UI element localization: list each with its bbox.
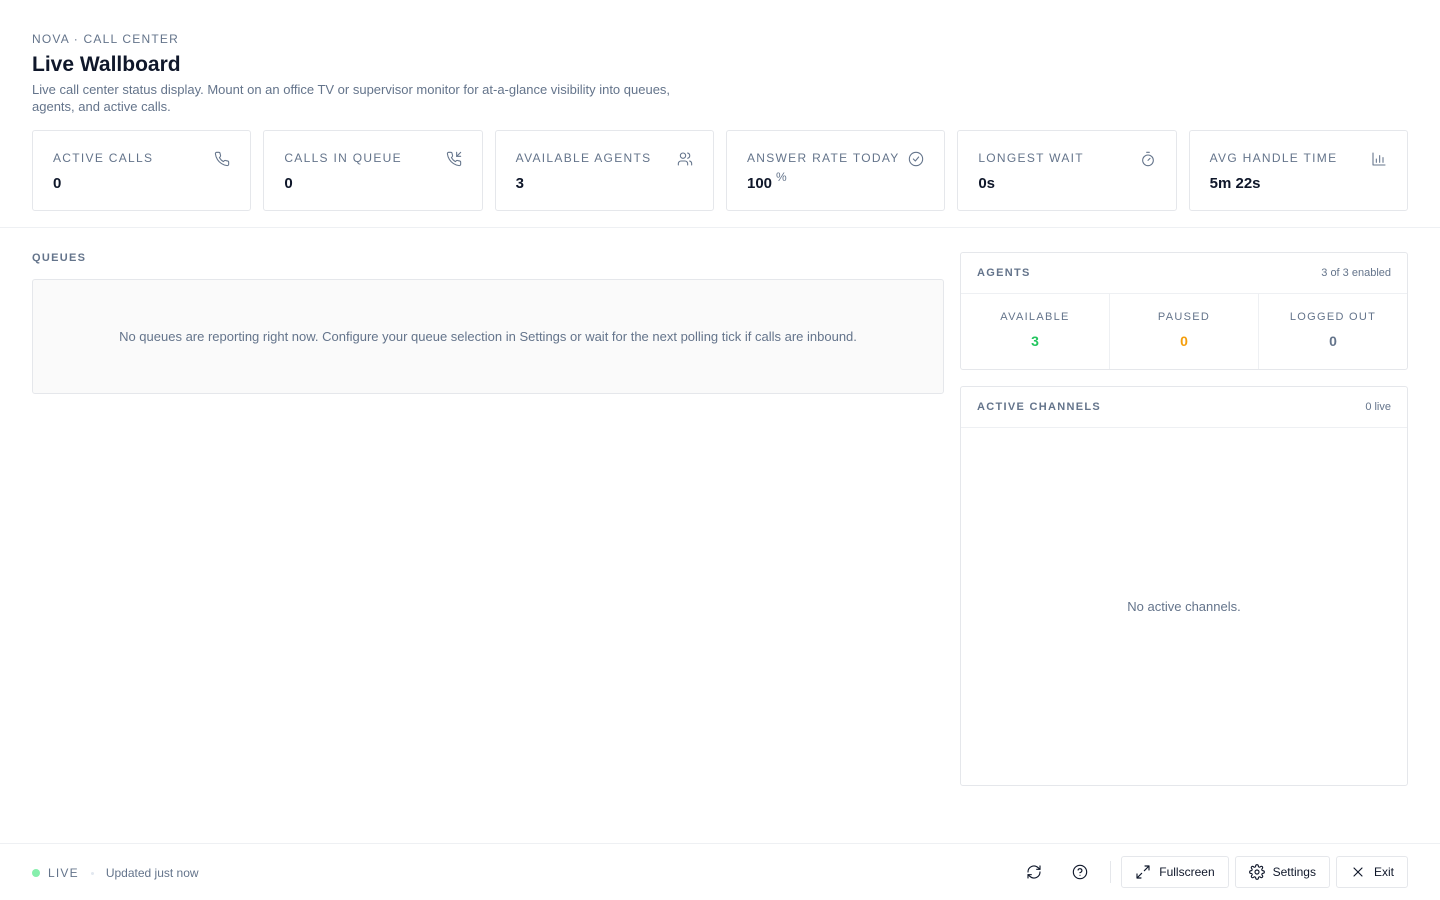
gear-icon xyxy=(1248,864,1265,880)
queues-heading: QUEUES xyxy=(32,252,87,264)
expand-icon xyxy=(1136,865,1150,879)
exit-button[interactable]: Exit xyxy=(1335,856,1408,888)
stat-label: AVAILABLE AGENTS xyxy=(515,151,652,165)
channels-live-count: 0 live xyxy=(1365,401,1391,413)
stat-card-available-agents: AVAILABLE AGENTS 3 xyxy=(494,130,714,211)
fullscreen-button[interactable]: Fullscreen xyxy=(1121,856,1229,888)
agent-status-label: PAUSED xyxy=(1157,311,1211,323)
stat-value: 0 xyxy=(284,175,293,192)
stat-value: 5m 22s xyxy=(1209,175,1261,192)
agent-status-paused: PAUSED 0 xyxy=(1110,294,1259,369)
agent-status-logged-out: LOGGED OUT 0 xyxy=(1259,294,1407,369)
stat-card-active-calls: ACTIVE CALLS 0 xyxy=(32,130,252,211)
live-label: LIVE xyxy=(48,866,79,880)
queues-empty-state: No queues are reporting right now. Confi… xyxy=(32,279,944,394)
agent-status-value: 0 xyxy=(1329,333,1337,349)
agent-status-available: AVAILABLE 3 xyxy=(961,294,1110,369)
live-dot xyxy=(32,869,40,877)
help-button[interactable] xyxy=(1060,856,1100,888)
agents-enabled-count: 3 of 3 enabled xyxy=(1321,267,1391,279)
help-icon xyxy=(1073,864,1088,880)
refresh-button[interactable] xyxy=(1014,856,1054,888)
stat-card-longest-wait: LONGEST WAIT 0s xyxy=(957,130,1177,211)
stat-value: 3 xyxy=(515,175,524,192)
stat-value: 100% xyxy=(746,170,924,193)
breadcrumb: NOVA · CALL CENTER xyxy=(32,32,179,46)
stat-label: LONGEST WAIT xyxy=(978,151,1084,165)
active-channels-panel: ACTIVE CHANNELS 0 live No active channel… xyxy=(960,386,1408,786)
last-updated: Updated just now xyxy=(105,866,199,880)
page-title: Live Wallboard xyxy=(32,53,181,76)
check-circle-icon xyxy=(908,151,924,167)
timer-icon xyxy=(1140,151,1156,167)
channels-heading: ACTIVE CHANNELS xyxy=(977,401,1102,413)
stats-row: ACTIVE CALLS 0 CALLS IN QUEUE 0 AVAILABL… xyxy=(32,130,1408,211)
agent-status-value: 3 xyxy=(1031,333,1039,349)
live-indicator: LIVE Updated just now xyxy=(32,866,199,880)
header-divider xyxy=(0,227,1440,228)
settings-button[interactable]: Settings xyxy=(1234,856,1330,888)
stat-label: ACTIVE CALLS xyxy=(53,151,154,165)
channels-empty-state: No active channels. xyxy=(1127,599,1241,614)
agent-status-label: AVAILABLE xyxy=(1000,311,1070,323)
stat-value: 0s xyxy=(978,175,995,192)
stat-card-avg-handle-time: AVG HANDLE TIME 5m 22s xyxy=(1188,130,1408,211)
stat-value: 0 xyxy=(53,175,62,192)
page-header: NOVA · CALL CENTER Live Wallboard Live c… xyxy=(32,32,1408,115)
channels-panel-header: ACTIVE CHANNELS 0 live xyxy=(961,387,1407,428)
separator-dot xyxy=(90,871,94,875)
phone-icon xyxy=(214,151,230,167)
agents-panel: AGENTS 3 of 3 enabled AVAILABLE 3 PAUSED… xyxy=(960,252,1408,370)
status-footer: LIVE Updated just now Fullscreen Setting… xyxy=(0,843,1440,900)
agent-status-columns: AVAILABLE 3 PAUSED 0 LOGGED OUT 0 xyxy=(961,294,1407,369)
page-subtitle: Live call center status display. Mount o… xyxy=(32,82,671,114)
agent-status-label: LOGGED OUT xyxy=(1289,311,1377,323)
stat-label: AVG HANDLE TIME xyxy=(1209,151,1338,165)
stat-card-answer-rate: ANSWER RATE TODAY 100% xyxy=(725,130,946,211)
footer-actions: Fullscreen Settings Exit xyxy=(1014,856,1408,888)
users-icon xyxy=(677,151,693,167)
percent-unit: % xyxy=(776,170,787,184)
phone-incoming-icon xyxy=(446,151,462,167)
fullscreen-label: Fullscreen xyxy=(1159,865,1215,879)
settings-label: Settings xyxy=(1272,865,1316,879)
stat-label: ANSWER RATE TODAY xyxy=(746,151,900,165)
queues-section: QUEUES No queues are reporting right now… xyxy=(32,252,944,394)
stat-card-calls-in-queue: CALLS IN QUEUE 0 xyxy=(263,130,483,211)
refresh-icon xyxy=(1027,865,1041,879)
close-icon xyxy=(1353,867,1363,877)
agents-panel-header: AGENTS 3 of 3 enabled xyxy=(961,253,1407,294)
bar-chart-icon xyxy=(1371,151,1387,167)
agents-heading: AGENTS xyxy=(977,267,1031,279)
exit-label: Exit xyxy=(1373,865,1394,879)
toolbar-divider xyxy=(1110,861,1112,883)
answer-rate-value: 100 xyxy=(746,175,773,192)
stat-label: CALLS IN QUEUE xyxy=(284,151,402,165)
agent-status-value: 0 xyxy=(1180,333,1188,349)
